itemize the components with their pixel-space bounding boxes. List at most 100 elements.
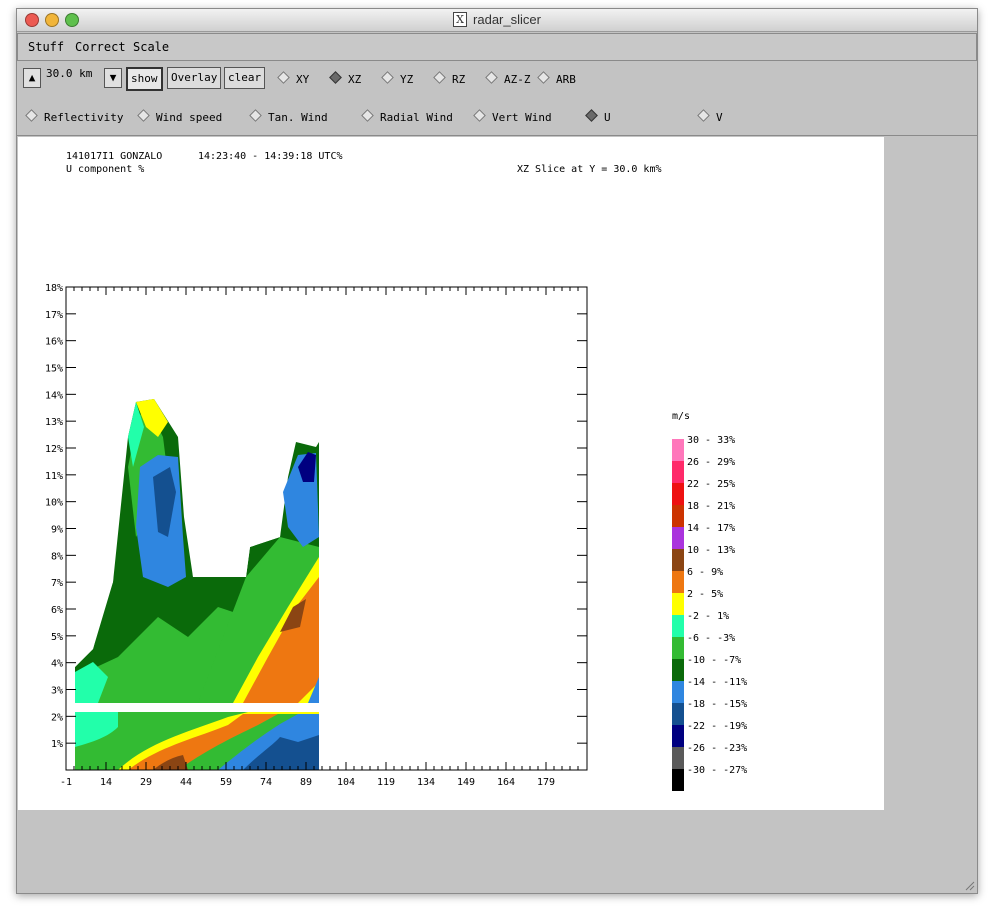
menu-bar: Stuff Correct Scale xyxy=(17,33,977,61)
window-title: radar_slicer xyxy=(473,12,541,27)
field-option-wind-speed[interactable]: Wind speed xyxy=(137,109,223,124)
slice-option-az-z[interactable]: AZ-Z xyxy=(485,71,531,86)
field-option-label: Radial Wind xyxy=(380,111,453,124)
legend-label: -22 - -19% xyxy=(687,721,747,732)
legend-label: 14 - 17% xyxy=(687,523,735,534)
field-option-label: Wind speed xyxy=(156,111,223,124)
y-tick-label: 10% xyxy=(45,498,63,509)
resize-grip-icon[interactable] xyxy=(963,879,975,891)
y-tick-label: 5% xyxy=(51,632,63,643)
y-tick-label: 11% xyxy=(45,471,63,482)
slice-toolbar: ▲ 30.0 km ▼ show Overlay clear XY XZ YZ … xyxy=(17,63,977,99)
field-option-tan-wind[interactable]: Tan. Wind xyxy=(249,109,328,124)
legend-label: -30 - -27% xyxy=(687,765,747,776)
slice-option-label: ARB xyxy=(556,73,576,86)
slice-option-xz[interactable]: XZ xyxy=(329,71,362,86)
radio-off-icon xyxy=(433,71,446,84)
field-option-u[interactable]: U xyxy=(585,109,611,124)
legend-swatch xyxy=(672,681,684,703)
plot-canvas[interactable]: 141017I1 GONZALO 14:23:40 - 14:39:18 UTC… xyxy=(18,137,884,810)
legend-unit: m/s xyxy=(672,411,690,422)
y-tick-label: 6% xyxy=(51,605,63,616)
x-tick-label: 44 xyxy=(180,777,192,788)
slice-option-label: YZ xyxy=(400,73,414,86)
field-option-radial-wind[interactable]: Radial Wind xyxy=(361,109,453,124)
window-title-wrap: Xradar_slicer xyxy=(17,12,977,27)
radio-off-icon xyxy=(697,109,710,122)
radio-on-icon xyxy=(329,71,342,84)
y-tick-label: 16% xyxy=(45,337,63,348)
legend-label: 2 - 5% xyxy=(687,589,723,600)
x-tick-label: -1 xyxy=(60,777,72,788)
radio-off-icon xyxy=(381,71,394,84)
overlay-button[interactable]: Overlay xyxy=(167,67,222,89)
legend-label: 6 - 9% xyxy=(687,567,723,578)
distance-value: 30.0 km xyxy=(46,67,93,80)
legend-label: 22 - 25% xyxy=(687,479,735,490)
radio-off-icon xyxy=(25,109,38,122)
legend-swatch xyxy=(672,461,684,483)
radio-off-icon xyxy=(249,109,262,122)
slice-option-label: XY xyxy=(296,73,310,86)
radio-on-icon xyxy=(585,109,598,122)
legend-swatch xyxy=(672,439,684,461)
x-tick-label: 164 xyxy=(497,777,515,788)
down-arrow-icon: ▼ xyxy=(109,71,117,84)
x-tick-label: 149 xyxy=(457,777,475,788)
legend-label: -10 - -7% xyxy=(687,655,741,666)
slice-option-arb[interactable]: ARB xyxy=(537,71,576,86)
title-bar[interactable]: Xradar_slicer xyxy=(17,9,977,32)
x-tick-label: 179 xyxy=(537,777,555,788)
cross-section-plot: -1 14 29 44 59 74 89 104 119 134 149 164 179 1% 2% 3% 4… xyxy=(45,283,747,791)
legend-label: 26 - 29% xyxy=(687,457,735,468)
increase-distance-button[interactable]: ▲ xyxy=(23,68,41,88)
y-tick-label: 8% xyxy=(51,551,63,562)
slice-option-yz[interactable]: YZ xyxy=(381,71,414,86)
radio-off-icon xyxy=(361,109,374,122)
slice-option-label: XZ xyxy=(348,73,362,86)
field-option-vert-wind[interactable]: Vert Wind xyxy=(473,109,552,124)
field-option-label: Tan. Wind xyxy=(268,111,328,124)
clear-button[interactable]: clear xyxy=(224,67,266,89)
field-missing-data-right xyxy=(319,287,587,770)
legend-swatch xyxy=(672,615,684,637)
y-tick-label: 17% xyxy=(45,310,63,321)
legend-swatch xyxy=(672,505,684,527)
slice-option-rz[interactable]: RZ xyxy=(433,71,466,86)
y-tick-label: 13% xyxy=(45,417,63,428)
y-tick-label: 3% xyxy=(51,686,63,697)
y-tick-label: 7% xyxy=(51,578,63,589)
x-tick-label: 89 xyxy=(300,777,312,788)
u-component-field xyxy=(66,287,587,770)
field-option-reflectivity[interactable]: Reflectivity xyxy=(25,109,124,124)
y-tick-label: 4% xyxy=(51,659,63,670)
field-toolbar: Reflectivity Wind speed Tan. Wind Radial… xyxy=(17,99,977,136)
show-button[interactable]: show xyxy=(126,67,163,91)
field-option-label: Vert Wind xyxy=(492,111,552,124)
field-option-v[interactable]: V xyxy=(697,109,723,124)
field-option-label: U xyxy=(604,111,611,124)
legend-swatch xyxy=(672,725,684,747)
y-tick-label: 12% xyxy=(45,444,63,455)
menu-stuff[interactable]: Stuff xyxy=(28,40,64,54)
slice-option-xy[interactable]: XY xyxy=(277,71,310,86)
slice-option-label: RZ xyxy=(452,73,466,86)
menu-scale[interactable]: Scale xyxy=(133,40,169,54)
slice-option-label: AZ-Z xyxy=(504,73,531,86)
field-option-label: V xyxy=(716,111,723,124)
field-missing-data-gap xyxy=(66,703,326,712)
menu-correct[interactable]: Correct xyxy=(75,40,126,54)
legend-label: -2 - 1% xyxy=(687,611,729,622)
decrease-distance-button[interactable]: ▼ xyxy=(104,68,122,88)
x-tick-label: 74 xyxy=(260,777,272,788)
legend-label: -14 - -11% xyxy=(687,677,747,688)
x-tick-label: 59 xyxy=(220,777,232,788)
x11-icon: X xyxy=(453,12,468,27)
legend-label: -26 - -23% xyxy=(687,743,747,754)
y-tick-label: 15% xyxy=(45,364,63,375)
radio-off-icon xyxy=(485,71,498,84)
x-tick-label: 104 xyxy=(337,777,355,788)
legend-swatch xyxy=(672,747,684,769)
field-option-label: Reflectivity xyxy=(44,111,124,124)
legend-swatch xyxy=(672,549,684,571)
